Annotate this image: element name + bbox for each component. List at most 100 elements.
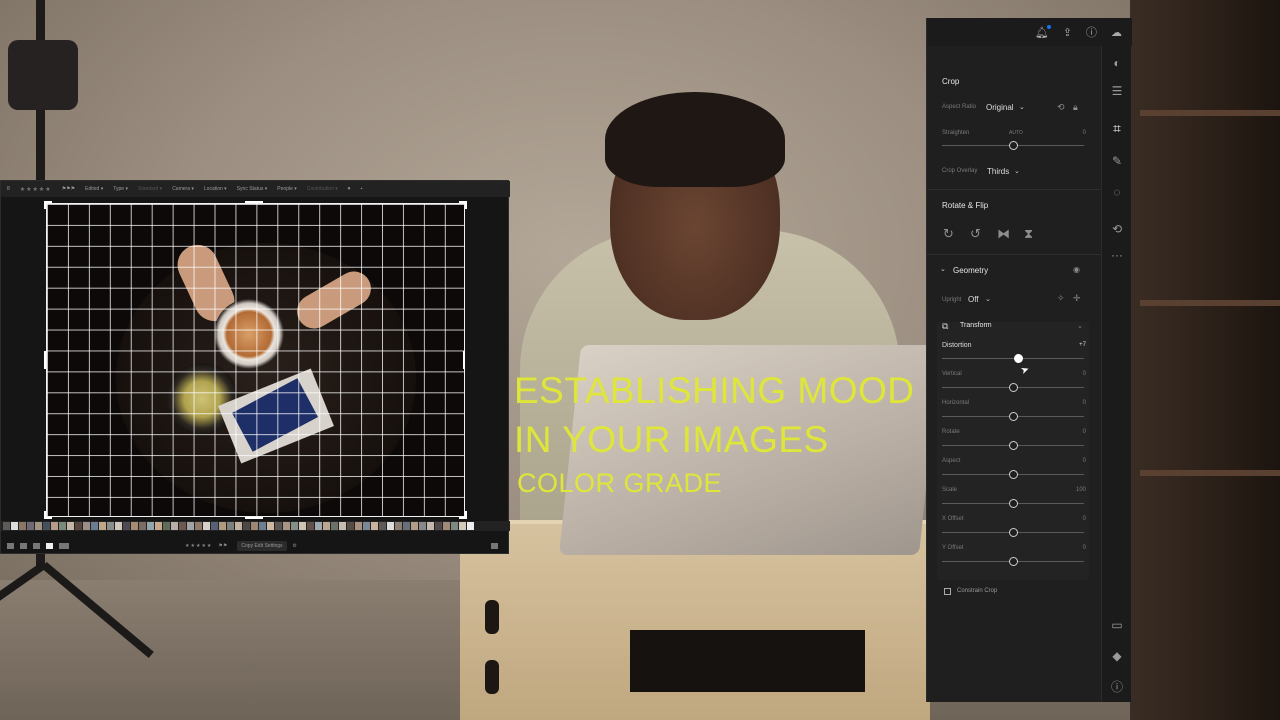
history-icon[interactable]: ⟲	[1102, 222, 1132, 236]
detail-view-icon[interactable]	[46, 543, 53, 549]
filmstrip-thumb[interactable]	[339, 522, 346, 530]
filmstrip-thumb[interactable]	[235, 522, 242, 530]
crop-corner-handle[interactable]	[44, 511, 52, 519]
filmstrip-thumb[interactable]	[83, 522, 90, 530]
filmstrip-thumb[interactable]	[43, 522, 50, 530]
scale-slider-thumb[interactable]	[1008, 499, 1018, 508]
filmstrip-thumb[interactable]	[123, 522, 130, 530]
filter-sync-status[interactable]: Sync Status ▾	[237, 186, 268, 192]
filmstrip-thumb[interactable]	[155, 522, 162, 530]
presets-icon[interactable]: ◐	[1102, 56, 1132, 70]
filmstrip-thumb[interactable]	[27, 522, 34, 530]
crop-overlay-dropdown[interactable]: Thirds	[987, 167, 1009, 176]
filmstrip-thumb[interactable]	[307, 522, 314, 530]
filmstrip-thumb[interactable]	[211, 522, 218, 530]
straighten-slider-thumb[interactable]	[1008, 141, 1018, 150]
settings-gear-icon[interactable]: ⚙	[293, 543, 297, 549]
crop-corner-handle[interactable]	[44, 201, 52, 209]
flag-filter-icon[interactable]: ⚑⚑⚑	[62, 186, 75, 192]
filmstrip-thumb[interactable]	[443, 522, 450, 530]
crop-edge-handle[interactable]	[463, 351, 465, 369]
crop-grid-overlay[interactable]	[46, 203, 465, 517]
auto-wand-icon[interactable]: ✧	[1057, 293, 1065, 304]
filter-camera[interactable]: Camera ▾	[172, 186, 194, 192]
filmstrip-thumb[interactable]	[35, 522, 42, 530]
rotate-slider-thumb[interactable]	[1008, 441, 1018, 450]
edit-sliders-icon[interactable]: ☰	[1102, 84, 1132, 98]
masking-icon[interactable]: ◌	[1102, 185, 1132, 199]
filmstrip-thumb[interactable]	[299, 522, 306, 530]
filmstrip-thumb[interactable]	[323, 522, 330, 530]
filmstrip-thumb[interactable]	[19, 522, 26, 530]
crop-edge-handle[interactable]	[245, 517, 263, 519]
more-icon[interactable]: ···	[1102, 248, 1132, 262]
filmstrip-thumb[interactable]	[419, 522, 426, 530]
crop-edge-handle[interactable]	[44, 351, 46, 369]
filmstrip-thumb[interactable]	[115, 522, 122, 530]
filmstrip-thumb[interactable]	[427, 522, 434, 530]
filmstrip-thumb[interactable]	[251, 522, 258, 530]
filter-people[interactable]: People ▾	[277, 186, 296, 192]
filter-type[interactable]: Type ▾	[113, 186, 128, 192]
filmstrip-thumb[interactable]	[371, 522, 378, 530]
bell-icon[interactable]: 🔔︎	[1035, 24, 1051, 39]
filmstrip-thumb[interactable]	[451, 522, 458, 530]
filmstrip-thumb[interactable]	[315, 522, 322, 530]
copy-edit-settings-button[interactable]: Copy Edit Settings	[237, 541, 287, 551]
healing-icon[interactable]: ✎	[1102, 154, 1132, 168]
filmstrip-thumb[interactable]	[363, 522, 370, 530]
chevron-down-icon[interactable]: ⌄	[1019, 103, 1025, 111]
keywords-icon[interactable]: ◆	[1102, 649, 1132, 663]
photo-canvas[interactable]	[46, 203, 465, 517]
help-icon[interactable]: ⓘ	[1086, 24, 1097, 40]
straighten-auto-button[interactable]: AUTO	[1009, 130, 1023, 136]
distortion-slider-track[interactable]	[942, 358, 1084, 359]
filmstrip-thumb[interactable]	[187, 522, 194, 530]
crop-corner-handle[interactable]	[459, 201, 467, 209]
filmstrip-thumb[interactable]	[171, 522, 178, 530]
filmstrip-thumb[interactable]	[395, 522, 402, 530]
filmstrip-thumb[interactable]	[243, 522, 250, 530]
aspect-ratio-dropdown[interactable]: Original	[986, 103, 1014, 112]
crop-icon[interactable]: ⌗	[1102, 120, 1132, 137]
filmstrip-thumb[interactable]	[75, 522, 82, 530]
filmstrip-thumb[interactable]	[203, 522, 210, 530]
filmstrip-thumb[interactable]	[355, 522, 362, 530]
rotate-counterclockwise-icon[interactable]: ↺	[970, 226, 981, 242]
filter-edited[interactable]: Edited ▾	[85, 186, 103, 192]
filmstrip-thumb[interactable]	[331, 522, 338, 530]
heart-icon[interactable]: ♥	[348, 186, 351, 192]
cloud-icon[interactable]: ☁	[1111, 26, 1122, 39]
lock-icon[interactable]: 🔒︎	[1073, 102, 1078, 113]
filmstrip-thumb[interactable]	[387, 522, 394, 530]
comment-icon[interactable]: ▪	[361, 186, 363, 192]
filter-contribution[interactable]: Contribution ▾	[307, 186, 338, 192]
filmstrip-thumb[interactable]	[411, 522, 418, 530]
chevron-down-icon[interactable]: ⌄	[940, 265, 946, 273]
guided-upright-icon[interactable]: ✛	[1073, 293, 1081, 304]
flag-icon[interactable]: ⚑⚑	[218, 543, 227, 549]
crop-corner-handle[interactable]	[459, 511, 467, 519]
filmstrip-thumb[interactable]	[147, 522, 154, 530]
filmstrip-thumb[interactable]	[51, 522, 58, 530]
filmstrip-thumb[interactable]	[379, 522, 386, 530]
flip-vertical-icon[interactable]: ⧗	[1024, 226, 1033, 242]
grid-view-icon[interactable]	[20, 543, 27, 549]
chevron-down-icon[interactable]: ⌄	[985, 295, 991, 303]
rotate-clockwise-icon[interactable]: ↻	[943, 226, 954, 242]
orientation-icon[interactable]: ⟲	[1057, 102, 1065, 113]
aspect-slider-thumb[interactable]	[1008, 470, 1018, 479]
filmstrip-thumb[interactable]	[91, 522, 98, 530]
filmstrip-thumb[interactable]	[195, 522, 202, 530]
filmstrip-thumb[interactable]	[59, 522, 66, 530]
sort-icon[interactable]	[59, 543, 69, 549]
filmstrip-thumb[interactable]	[179, 522, 186, 530]
chevron-down-icon[interactable]: ⌄	[1077, 322, 1083, 330]
crop-edge-handle[interactable]	[245, 201, 263, 203]
chevron-down-icon[interactable]: ⌄	[1014, 167, 1020, 175]
x-offset-slider-thumb[interactable]	[1008, 528, 1018, 537]
visibility-eye-icon[interactable]: ◉	[1073, 265, 1080, 274]
filmstrip-thumb[interactable]	[3, 522, 10, 530]
share-icon[interactable]: ⇪	[1063, 26, 1072, 39]
geometry-title[interactable]: Geometry	[953, 266, 988, 275]
